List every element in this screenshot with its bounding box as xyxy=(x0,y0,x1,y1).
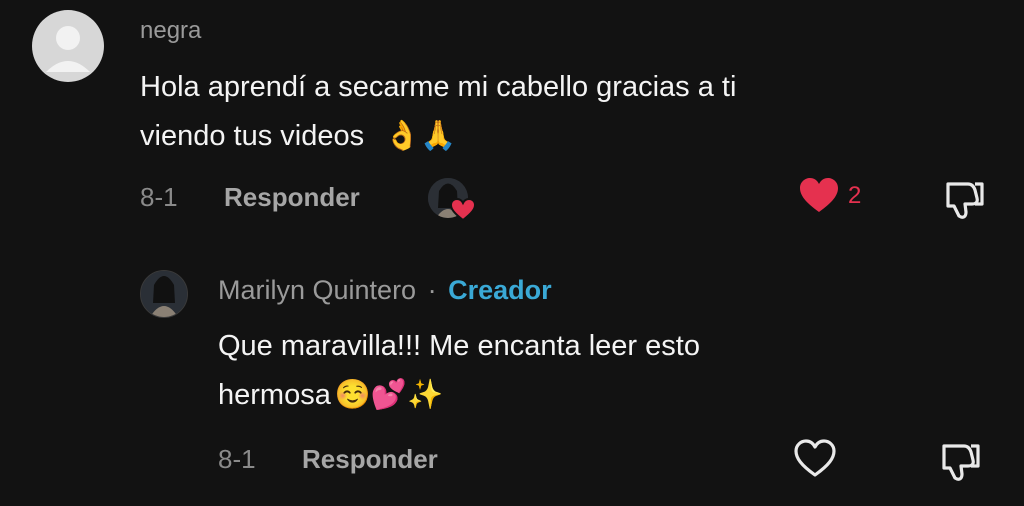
comment-date: 8-1 xyxy=(140,182,178,212)
reply-date: 8-1 xyxy=(218,444,256,474)
reply-text-line1: Que maravilla!!! Me encanta leer esto xyxy=(218,330,700,362)
comment-text-line1: Hola aprendí a secarme mi cabello gracia… xyxy=(140,71,737,103)
comment-text-line2: viendo tus videos 👌🙏 xyxy=(140,112,456,159)
comment-reply-button[interactable]: Responder xyxy=(224,182,360,213)
filled-heart-icon[interactable] xyxy=(798,176,840,216)
comment-text-line2-text: viendo tus videos xyxy=(140,120,365,152)
comment-emojis: 👌🙏 xyxy=(384,118,457,152)
comment-like-count: 2 xyxy=(848,182,862,209)
comment-dislike-icon[interactable] xyxy=(942,180,988,222)
header-separator: · xyxy=(427,275,437,305)
creator-badge: Creador xyxy=(448,275,552,305)
reply-emojis: ☺️💕✨ xyxy=(334,377,444,411)
reply-reply-button[interactable]: Responder xyxy=(302,444,438,475)
comment-like-control[interactable]: 2 xyxy=(798,176,861,216)
reply-text-line2: hermosa ☺️💕✨ xyxy=(218,371,443,418)
commenter-username[interactable]: negra xyxy=(140,17,201,45)
reply-dislike-icon[interactable] xyxy=(938,442,984,484)
creator-liked-heart-icon xyxy=(450,198,476,222)
reply-username[interactable]: Marilyn Quintero xyxy=(218,275,416,305)
reply-like-heart-icon[interactable] xyxy=(793,438,837,480)
default-user-icon xyxy=(46,26,90,72)
reply-header: Marilyn Quintero · Creador xyxy=(218,275,552,306)
commenter-avatar[interactable] xyxy=(32,10,104,82)
creator-avatar-image-icon xyxy=(141,271,187,317)
reply-text-line2-text: hermosa xyxy=(218,379,331,411)
creator-avatar[interactable] xyxy=(140,270,188,318)
